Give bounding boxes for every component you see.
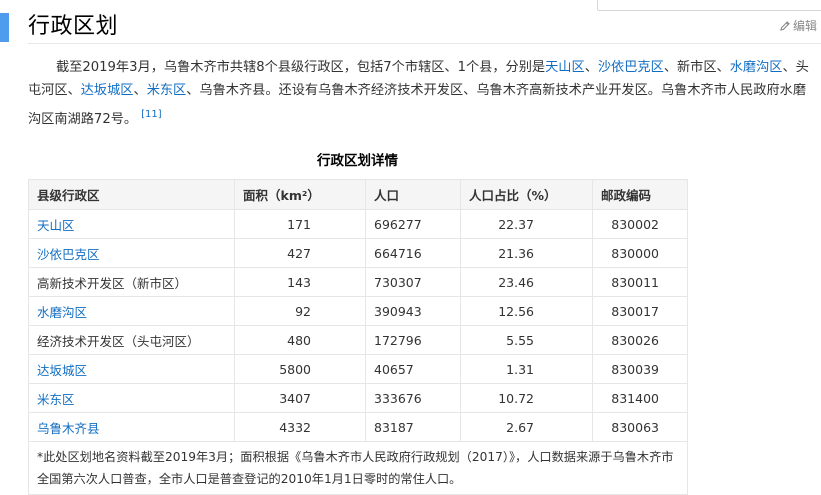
edit-link[interactable]: 编辑 [779,17,817,34]
table-note: *此处区划地名资料截至2019年3月；面积根据《乌鲁木齐市人民政府行政规划（20… [28,441,688,495]
link-shuimogou[interactable]: 水磨沟区 [730,60,783,75]
cell-district: 水磨沟区 [28,296,235,326]
cell-postcode: 830063 [592,412,688,442]
cell-area: 3407 [234,383,366,413]
table-note-row: *此处区划地名资料截至2019年3月；面积根据《乌鲁木齐市人民政府行政规划（20… [28,441,688,495]
cell-district: 高新技术开发区（新市区） [28,267,235,297]
link-tianshan[interactable]: 天山区 [545,60,585,75]
cell-district: 沙依巴克区 [28,238,235,268]
link-dabancheng[interactable]: 达坂城区 [81,83,134,98]
cell-share: 2.67 [460,412,593,442]
table-header-row: 县级行政区 面积（km²） 人口 人口占比（%） 邮政编码 [28,179,688,210]
search-box-edge[interactable] [597,0,821,11]
edit-label: 编辑 [793,19,818,33]
table-row: 米东区 3407 333676 10.72 831400 [28,383,688,413]
table-row: 沙依巴克区 427 664716 21.36 830000 [28,238,688,268]
district-link[interactable]: 乌鲁木齐县 [37,421,100,436]
cell-population: 696277 [365,209,461,239]
cell-share: 12.56 [460,296,593,326]
cell-share: 21.36 [460,238,593,268]
cell-area: 4332 [234,412,366,442]
cell-population: 83187 [365,412,461,442]
header-population: 人口 [365,179,461,210]
link-shayibake[interactable]: 沙依巴克区 [598,60,664,75]
district-link[interactable]: 水磨沟区 [37,305,87,320]
district-link[interactable]: 沙依巴克区 [37,247,100,262]
table-body: 天山区 171 696277 22.37 830002 沙依巴克区 427 664716 21.… [28,209,688,442]
citation-link[interactable]: [11] [141,109,162,120]
cell-population: 390943 [365,296,461,326]
cell-population: 664716 [365,238,461,268]
para-sep-2: 、 [133,83,147,99]
section-heading: 行政区划 [28,14,119,39]
table-row: 高新技术开发区（新市区） 143 730307 23.46 830011 [28,267,688,297]
table-caption: 行政区划详情 [317,153,398,169]
district-link[interactable]: 米东区 [37,392,75,407]
para-sep-1: 、 [584,60,598,75]
district-table: 县级行政区 面积（km²） 人口 人口占比（%） 邮政编码 天山区 171 6962… [28,179,688,495]
header-area: 面积（km²） [234,179,366,210]
cell-postcode: 831400 [592,383,688,413]
cell-postcode: 830039 [592,354,688,384]
cell-share: 23.46 [460,267,593,297]
table-row: 水磨沟区 92 390943 12.56 830017 [28,296,688,326]
para-lead: 截至2019年3月，乌鲁木齐市共辖8个县级行政区，包括7个市辖区、1个县，分别是 [56,60,546,75]
intro-paragraph: 截至2019年3月，乌鲁木齐市共辖8个县级行政区，包括7个市辖区、1个县，分别是… [28,56,818,131]
table-row: 经济技术开发区（头屯河区） 480 172796 5.55 830026 [28,325,688,355]
table-row: 乌鲁木齐县 4332 83187 2.67 830063 [28,412,688,442]
district-name: 高新技术开发区（新市区） [37,275,188,291]
cell-postcode: 830026 [592,325,688,355]
heading-accent-bar [0,13,9,42]
pencil-icon [779,20,791,32]
cell-population: 40657 [365,354,461,384]
cell-population: 333676 [365,383,461,413]
cell-postcode: 830002 [592,209,688,239]
table-row: 达坂城区 5800 40657 1.31 830039 [28,354,688,384]
cell-district: 达坂城区 [28,354,235,384]
cell-area: 143 [234,267,366,297]
link-midong[interactable]: 米东区 [147,83,187,98]
baike-section: 行政区划 编辑 截至2019年3月，乌鲁木齐市共辖8个县级行政区，包括7个市辖区… [0,0,821,495]
cell-district: 米东区 [28,383,235,413]
cell-share: 22.37 [460,209,593,239]
cell-district: 经济技术开发区（头屯河区） [28,325,235,355]
header-share: 人口占比（%） [460,179,593,210]
para-mid-1: 、新市区、 [663,60,730,75]
table-row: 天山区 171 696277 22.37 830002 [28,209,688,239]
cell-postcode: 830011 [592,267,688,297]
cell-postcode: 830000 [592,238,688,268]
cell-share: 5.55 [460,325,593,355]
cell-district: 天山区 [28,209,235,239]
header-district: 县级行政区 [28,179,235,210]
district-link[interactable]: 天山区 [37,218,75,233]
district-link[interactable]: 达坂城区 [37,363,87,378]
cell-postcode: 830017 [592,296,688,326]
cell-share: 1.31 [460,354,593,384]
cell-district: 乌鲁木齐县 [28,412,235,442]
cell-area: 480 [234,325,366,355]
cell-area: 5800 [234,354,366,384]
cell-area: 171 [234,209,366,239]
cell-share: 10.72 [460,383,593,413]
cell-area: 427 [234,238,366,268]
cell-area: 92 [234,296,366,326]
header-postcode: 邮政编码 [592,179,688,210]
district-name: 经济技术开发区（头屯河区） [37,333,200,349]
cell-population: 172796 [365,325,461,355]
heading-divider [28,43,821,44]
cell-population: 730307 [365,267,461,297]
